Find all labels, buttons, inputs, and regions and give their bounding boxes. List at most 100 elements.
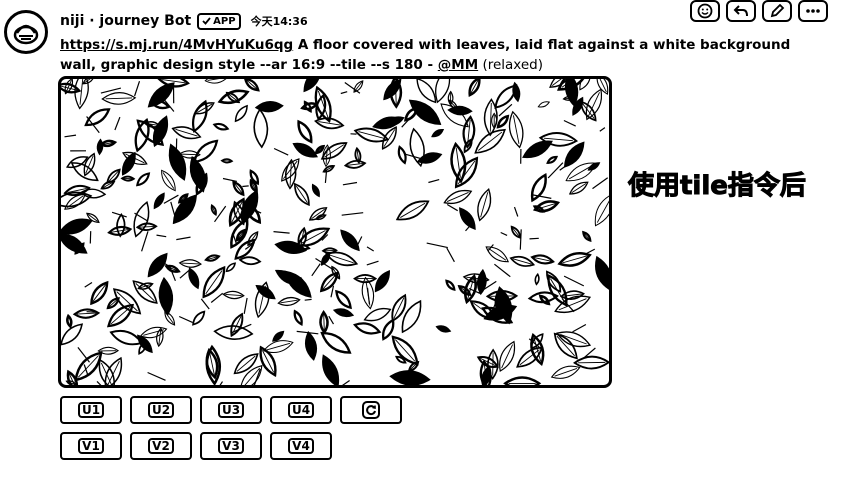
stem-stroke (222, 177, 238, 182)
reply-button[interactable] (726, 0, 756, 22)
add-reaction-button[interactable] (690, 0, 720, 22)
stem-stroke (494, 263, 511, 278)
leaf-shape (234, 104, 248, 123)
check-icon (202, 17, 211, 25)
leaf-shape (340, 229, 360, 252)
leaf-shape (530, 254, 555, 265)
leaf-shape (61, 218, 93, 235)
leaf-shape (210, 203, 217, 217)
stem-stroke (599, 127, 606, 132)
reply-icon (733, 5, 748, 17)
leaf-shape (510, 225, 522, 239)
stem-stroke (273, 147, 289, 156)
leaf-shape (335, 289, 352, 310)
leaf-shape (297, 119, 313, 144)
leaf-shape (153, 192, 165, 210)
leaf-shape (389, 79, 403, 109)
stem-stroke (330, 285, 335, 298)
stem-stroke (563, 119, 576, 127)
prompt-image-link[interactable]: https://s.mj.run/4MvHYuKu6qg (60, 37, 293, 53)
leaf-shape (445, 279, 456, 291)
upscale-button-3[interactable]: U3 (200, 396, 262, 424)
stem-stroke (304, 298, 312, 301)
stem-stroke (446, 203, 459, 212)
stem-stroke (114, 116, 121, 131)
leaf-shape (477, 188, 492, 222)
leaf-shape (233, 353, 259, 375)
leaf-shape (96, 138, 104, 156)
leaf-shape (485, 246, 509, 263)
leaf-shape (217, 89, 250, 105)
leaf-shape (152, 115, 169, 148)
leaf-shape (72, 308, 101, 319)
leaf-shape (292, 142, 318, 158)
stem-stroke (156, 234, 167, 238)
stem-stroke (529, 237, 539, 240)
leaf-shape (304, 330, 318, 361)
stem-stroke (328, 315, 335, 325)
leaf-shape (546, 270, 562, 293)
stem-stroke (163, 98, 175, 112)
edit-icon (770, 4, 785, 18)
leaf-shape (107, 225, 133, 236)
avatar[interactable] (4, 10, 48, 54)
leaf-shape (319, 271, 339, 293)
leaf-shape (546, 155, 559, 164)
leaf-shape (230, 312, 244, 338)
leaf-shape (322, 165, 336, 173)
reroll-button[interactable] (340, 396, 402, 424)
stem-stroke (428, 179, 440, 184)
leaf-shape (149, 99, 171, 110)
niji-bot-avatar-icon (13, 24, 39, 45)
variation-button-4[interactable]: V4 (270, 432, 332, 460)
stem-stroke (175, 138, 178, 158)
leaf-shape (395, 200, 430, 221)
stem-stroke (77, 347, 90, 363)
leaf-shape (391, 293, 407, 323)
stem-stroke (519, 229, 522, 250)
stem-stroke (366, 287, 370, 305)
upscale-button-row: U1 U2 U3 U4 (60, 396, 402, 424)
stem-stroke (446, 247, 455, 263)
variation-button-row: V1 V2 V3 V4 (60, 432, 332, 460)
generated-image[interactable] (58, 76, 612, 388)
leaf-shape (374, 270, 390, 293)
stem-stroke (273, 231, 290, 234)
leaf-shape (443, 189, 473, 205)
leaf-shape (120, 175, 136, 182)
upscale-button-4[interactable]: U4 (270, 396, 332, 424)
leaf-shape (568, 181, 589, 195)
user-mention[interactable]: @MM (438, 57, 478, 73)
annotation-text: 使用tile指令后 (628, 171, 807, 202)
upscale-button-2[interactable]: U2 (130, 396, 192, 424)
leaf-shape (191, 99, 208, 133)
stem-stroke (86, 311, 98, 313)
stem-stroke (342, 181, 358, 186)
stem-stroke (366, 260, 379, 266)
stem-stroke (242, 185, 249, 188)
leaf-shape (509, 255, 536, 267)
leaf-shape (496, 114, 510, 129)
variation-button-2[interactable]: V2 (130, 432, 192, 460)
variation-button-1[interactable]: V1 (60, 432, 122, 460)
stem-stroke (84, 281, 93, 288)
leaf-shape (343, 159, 367, 169)
leaf-shape (204, 79, 229, 84)
leaf-shape (512, 81, 521, 103)
stem-stroke (141, 231, 149, 252)
username[interactable]: niji · journey Bot (60, 13, 191, 29)
variation-button-3[interactable]: V3 (200, 432, 262, 460)
stem-stroke (96, 380, 102, 385)
more-button[interactable] (798, 0, 828, 22)
edit-button[interactable] (762, 0, 792, 22)
leaf-shape (238, 256, 262, 266)
upscale-button-1[interactable]: U1 (60, 396, 122, 424)
leaf-shape (133, 200, 150, 238)
leaf-shape (594, 192, 609, 227)
leaf-shape (435, 325, 452, 333)
leaf-shape (499, 340, 516, 372)
leaf-shape (416, 152, 443, 164)
leaf-shape (534, 272, 540, 286)
stem-stroke (563, 275, 585, 287)
emoji-icon (697, 3, 713, 19)
